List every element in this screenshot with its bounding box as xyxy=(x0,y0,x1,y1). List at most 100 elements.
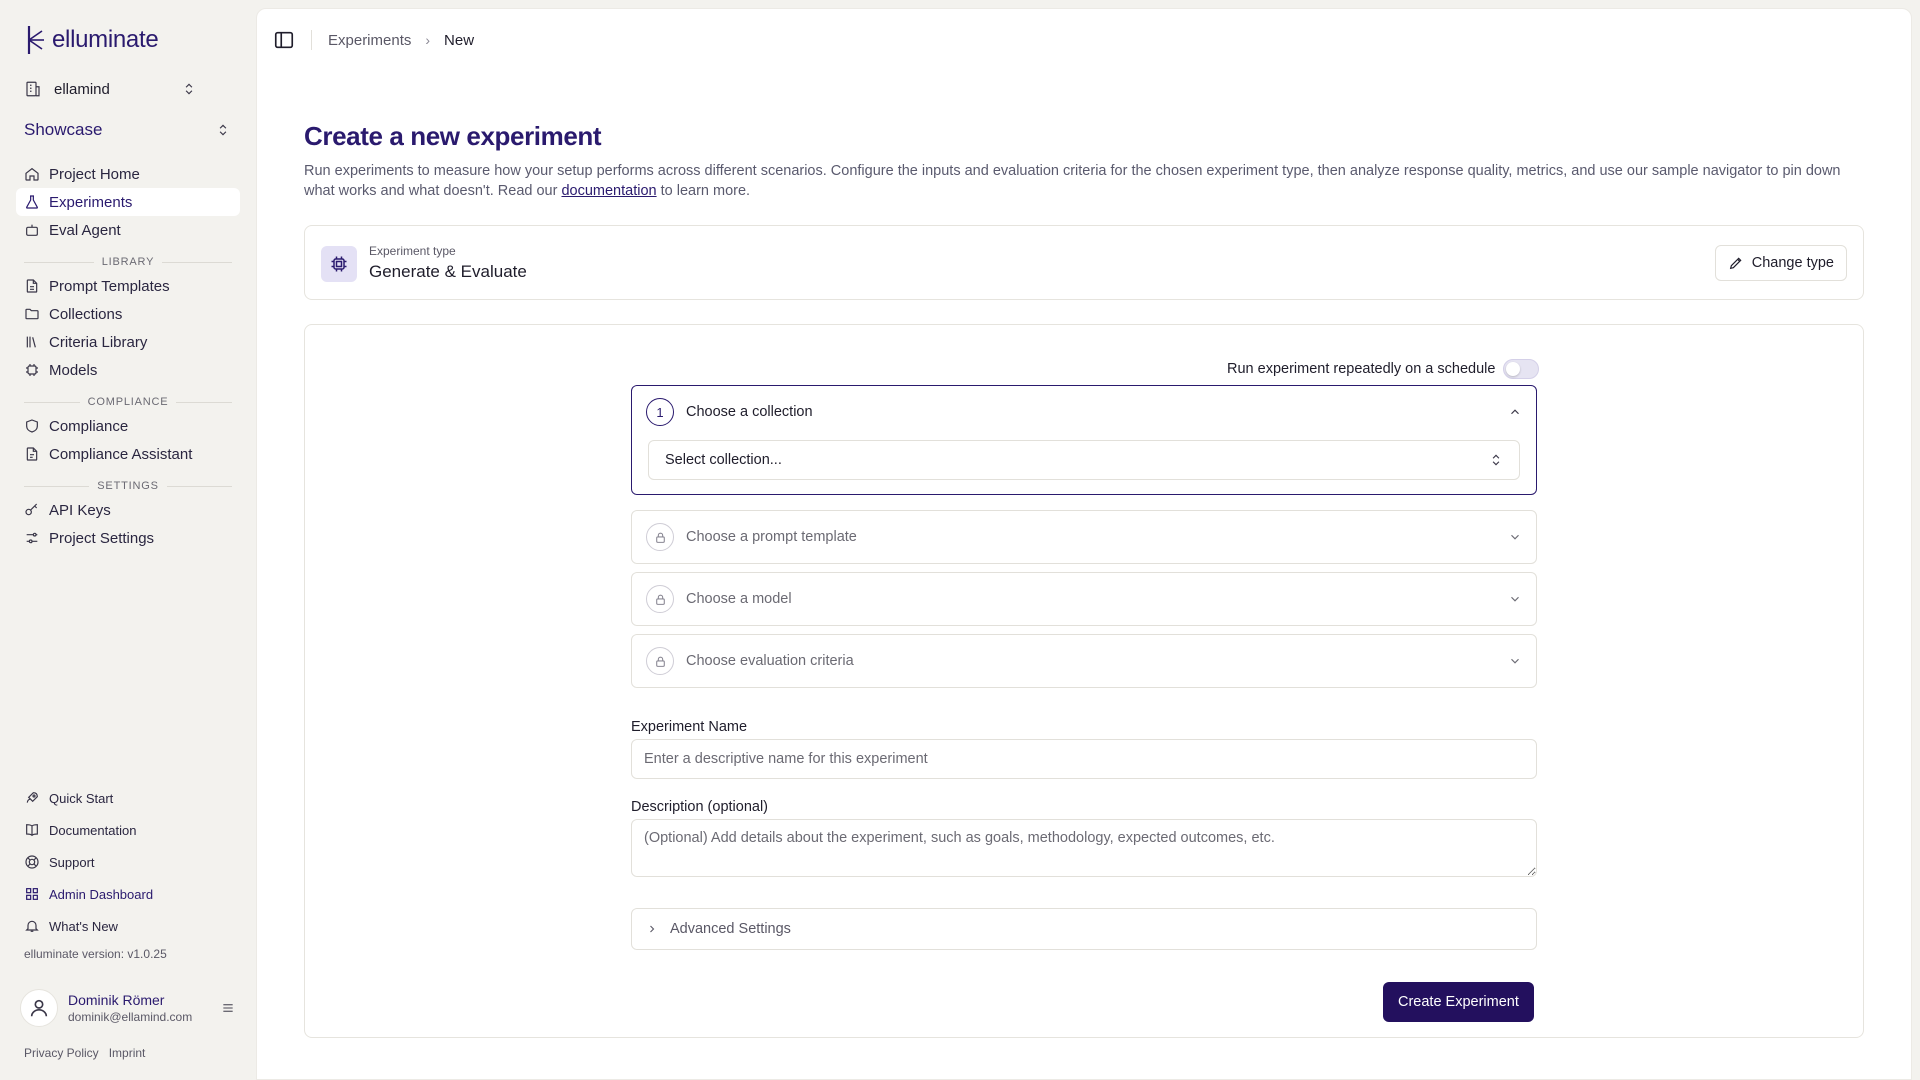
key-icon xyxy=(25,503,38,516)
imprint-link[interactable]: Imprint xyxy=(109,1046,146,1060)
experiment-name-input[interactable] xyxy=(631,739,1537,779)
sidebar-item-whats-new[interactable]: What's New xyxy=(16,910,240,942)
logo[interactable]: elluminate xyxy=(24,24,159,56)
collection-select[interactable]: Select collection... xyxy=(648,440,1520,480)
advanced-settings-label: Advanced Settings xyxy=(670,921,791,937)
description-label: Description (optional) xyxy=(631,799,769,815)
sidebar-toggle-icon[interactable] xyxy=(273,29,295,51)
chevron-down-icon xyxy=(1511,596,1519,602)
sidebar-item-compliance-assistant[interactable]: Compliance Assistant xyxy=(16,440,240,468)
lock-icon xyxy=(646,647,674,675)
bottom-nav: Quick Start Documentation Support Admin … xyxy=(16,782,240,942)
step-prompt-template[interactable]: Choose a prompt template xyxy=(631,510,1537,564)
description-textarea[interactable] xyxy=(631,819,1537,877)
sliders-icon xyxy=(26,532,38,544)
book-icon xyxy=(26,824,38,837)
step-model-header[interactable]: Choose a model xyxy=(632,573,1536,625)
documentation-link[interactable]: documentation xyxy=(561,183,656,199)
sidebar-item-api-keys[interactable]: API Keys xyxy=(16,496,240,524)
topbar: Experiments › New xyxy=(273,29,474,51)
create-experiment-button[interactable]: Create Experiment xyxy=(1383,982,1534,1022)
page-title: Create a new experiment xyxy=(304,121,602,151)
section-label-compliance: COMPLIANCE xyxy=(16,384,240,412)
building-icon xyxy=(26,81,40,97)
sidebar-item-label: Compliance Assistant xyxy=(49,445,193,463)
shield-icon xyxy=(26,419,38,433)
change-type-button[interactable]: Change type xyxy=(1714,245,1847,281)
user-profile[interactable]: Dominik Römer dominik@ellamind.com xyxy=(20,988,236,1028)
sidebar-item-eval-agent[interactable]: Eval Agent xyxy=(16,216,240,244)
sidebar-item-admin-dashboard[interactable]: Admin Dashboard xyxy=(16,878,240,910)
lock-icon xyxy=(646,523,674,551)
menu-icon[interactable] xyxy=(220,1000,236,1016)
sidebar-item-label: Eval Agent xyxy=(49,221,121,239)
sidebar-item-label: Models xyxy=(49,361,98,379)
project-switcher[interactable]: Showcase xyxy=(24,118,230,142)
user-name: Dominik Römer xyxy=(68,992,165,1008)
main-nav: Project Home Experiments Eval Agent LIBR… xyxy=(16,160,240,552)
chevrons-up-down-icon xyxy=(185,83,193,95)
sidebar: elluminate ellamind Showcase Project Hom… xyxy=(0,0,256,1080)
step-title: Choose a model xyxy=(686,591,792,607)
pencil-icon xyxy=(1729,257,1742,270)
step-prompt-template-header[interactable]: Choose a prompt template xyxy=(632,511,1536,563)
main-content: Experiments › New Create a new experimen… xyxy=(256,8,1912,1080)
advanced-settings-toggle[interactable]: Advanced Settings xyxy=(631,908,1537,950)
step-title: Choose evaluation criteria xyxy=(686,653,854,669)
schedule-label: Run experiment repeatedly on a schedule xyxy=(1227,361,1496,377)
page-description: Run experiments to measure how your setu… xyxy=(304,161,1864,201)
sidebar-item-prompt-templates[interactable]: Prompt Templates xyxy=(16,272,240,300)
experiment-type-card: Experiment type Generate & Evaluate Chan… xyxy=(304,225,1864,300)
library-icon xyxy=(26,336,36,348)
sidebar-item-experiments[interactable]: Experiments xyxy=(16,188,240,216)
chevrons-up-down-icon xyxy=(219,124,227,136)
sidebar-item-collections[interactable]: Collections xyxy=(16,300,240,328)
step-evaluation-criteria-header[interactable]: Choose evaluation criteria xyxy=(632,635,1536,687)
org-switcher[interactable]: ellamind xyxy=(24,78,196,100)
sidebar-item-documentation[interactable]: Documentation xyxy=(16,814,240,846)
file-icon xyxy=(26,279,38,293)
sidebar-item-label: Project Home xyxy=(49,165,140,183)
experiment-form: Run experiment repeatedly on a schedule … xyxy=(304,324,1864,1038)
schedule-row: Run experiment repeatedly on a schedule xyxy=(1227,359,1540,379)
sidebar-item-criteria-library[interactable]: Criteria Library xyxy=(16,328,240,356)
bell-icon xyxy=(25,920,39,932)
sidebar-item-label: Admin Dashboard xyxy=(49,886,154,902)
step-number: 1 xyxy=(646,398,674,426)
step-title: Choose a prompt template xyxy=(686,529,857,545)
experiment-name-label: Experiment Name xyxy=(631,719,748,735)
step-collection: 1 Choose a collection Select collection.… xyxy=(631,385,1537,495)
breadcrumb: Experiments › New xyxy=(328,32,474,49)
page-description-text: Run experiments to measure how your setu… xyxy=(304,163,1841,199)
step-collection-header[interactable]: 1 Choose a collection xyxy=(632,386,1536,438)
step-model[interactable]: Choose a model xyxy=(631,572,1537,626)
sidebar-item-label: Experiments xyxy=(49,193,133,211)
sidebar-item-project-home[interactable]: Project Home xyxy=(16,160,240,188)
user-icon xyxy=(30,999,48,1017)
chevron-right-icon xyxy=(650,925,655,933)
step-evaluation-criteria[interactable]: Choose evaluation criteria xyxy=(631,634,1537,688)
sidebar-item-quick-start[interactable]: Quick Start xyxy=(16,782,240,814)
sidebar-item-label: What's New xyxy=(49,918,118,934)
change-type-label: Change type xyxy=(1751,255,1834,271)
breadcrumb-experiments[interactable]: Experiments xyxy=(328,32,411,49)
sidebar-item-label: Criteria Library xyxy=(49,333,148,351)
schedule-toggle[interactable] xyxy=(1503,359,1540,379)
sidebar-item-label: Support xyxy=(49,854,95,870)
sidebar-item-label: Documentation xyxy=(49,822,137,838)
sidebar-item-support[interactable]: Support xyxy=(16,846,240,878)
chevrons-up-down-icon xyxy=(1492,454,1500,466)
home-icon xyxy=(25,167,39,181)
section-label-library: LIBRARY xyxy=(16,244,240,272)
avatar xyxy=(20,989,58,1027)
sidebar-item-models[interactable]: Models xyxy=(16,356,240,384)
project-name: Showcase xyxy=(24,120,103,139)
document-icon xyxy=(26,447,38,461)
sidebar-item-label: Prompt Templates xyxy=(49,277,170,295)
robot-icon xyxy=(26,224,38,236)
sidebar-item-label: API Keys xyxy=(49,501,111,519)
privacy-policy-link[interactable]: Privacy Policy xyxy=(24,1046,99,1060)
sidebar-item-project-settings[interactable]: Project Settings xyxy=(16,524,240,552)
breadcrumb-current: New xyxy=(444,31,475,49)
sidebar-item-compliance[interactable]: Compliance xyxy=(16,412,240,440)
